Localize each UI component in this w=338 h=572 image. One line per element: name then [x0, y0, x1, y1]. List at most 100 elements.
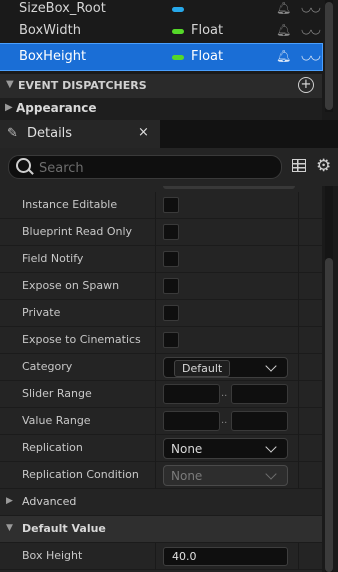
range-separator: ..: [221, 415, 228, 426]
scrolled-field-edge: [163, 186, 295, 189]
column-divider: [155, 192, 156, 219]
column-divider: [155, 246, 156, 273]
property-row-instance-editable: Instance Editable: [0, 192, 322, 219]
dropdown-value: None: [171, 469, 203, 483]
range-separator: ..: [221, 388, 228, 399]
variables-scrollbar[interactable]: [325, 0, 333, 112]
column-divider: [298, 543, 299, 570]
column-divider: [155, 435, 156, 462]
tab-details[interactable]: ✎ Details ×: [0, 120, 160, 148]
eye-closed-icon[interactable]: ◡◡: [301, 0, 321, 14]
chevron-down-icon: [265, 441, 277, 453]
event-dispatchers-header[interactable]: ▼ EVENT DISPATCHERS +: [0, 74, 322, 98]
property-row-expose-on-spawn: Expose on Spawn: [0, 273, 322, 300]
category-value[interactable]: Default: [174, 360, 231, 377]
column-divider: [298, 300, 299, 327]
tab-label: Details: [27, 126, 73, 141]
search-box[interactable]: [8, 155, 282, 179]
replication-bell-icon[interactable]: 🔔︎: [276, 23, 291, 37]
instance-editable-checkbox[interactable]: [163, 197, 179, 213]
property-row-slider-range: Slider Range ..: [0, 381, 322, 408]
property-label: Private: [22, 306, 61, 319]
expose-on-spawn-checkbox[interactable]: [163, 278, 179, 294]
column-divider: [155, 273, 156, 300]
dropdown-value: None: [171, 442, 203, 456]
chevron-down-icon[interactable]: [265, 360, 277, 372]
property-label: Field Notify: [22, 252, 84, 265]
variable-name: BoxWidth: [19, 23, 81, 38]
column-divider: [155, 381, 156, 408]
property-row-field-notify: Field Notify: [0, 246, 322, 273]
property-label: Expose to Cinematics: [22, 333, 141, 346]
add-event-dispatcher-button[interactable]: +: [298, 77, 314, 93]
section-label: EVENT DISPATCHERS: [18, 79, 147, 92]
property-label: Value Range: [22, 414, 91, 427]
property-row-replication: Replication None: [0, 435, 322, 462]
default-value-category[interactable]: ▼ Default Value: [0, 516, 322, 543]
category-label: Appearance: [16, 101, 97, 115]
column-divider: [155, 354, 156, 381]
variable-row-boxwidth[interactable]: BoxWidth Float 🔔︎ ◡◡: [0, 18, 322, 44]
property-label: Box Height: [22, 549, 83, 562]
field-notify-checkbox[interactable]: [163, 251, 179, 267]
category-label: Advanced: [22, 495, 77, 508]
column-divider: [298, 219, 299, 246]
gear-icon[interactable]: ⚙: [316, 156, 331, 176]
search-input[interactable]: [37, 158, 271, 178]
details-scrollbar[interactable]: [325, 186, 333, 572]
column-divider: [298, 354, 299, 381]
private-checkbox[interactable]: [163, 305, 179, 321]
variable-row-boxheight[interactable]: BoxHeight Float 🔔︎ ◡◡: [0, 43, 323, 71]
property-label: Slider Range: [22, 387, 92, 400]
column-divider: [298, 435, 299, 462]
property-label: Category: [22, 360, 73, 373]
column-divider: [298, 192, 299, 219]
scrollbar-thumb[interactable]: [325, 2, 333, 110]
property-label: Expose on Spawn: [22, 279, 120, 292]
slider-range-min-input[interactable]: [163, 384, 220, 404]
expand-triangle-icon: ▶: [6, 496, 13, 506]
property-row-blueprint-read-only: Blueprint Read Only: [0, 219, 322, 246]
column-divider: [155, 543, 156, 570]
details-search-bar: ⚙: [0, 148, 338, 186]
value-range-max-input[interactable]: [231, 411, 288, 431]
float-type-pill-icon: [172, 29, 184, 34]
replication-dropdown[interactable]: None: [163, 438, 288, 459]
column-divider: [155, 408, 156, 435]
collapse-triangle-icon: ▼: [6, 79, 14, 90]
details-tab-bar: ✎ Details ×: [0, 120, 338, 148]
scrollbar-thumb[interactable]: [325, 258, 333, 572]
box-height-value-input[interactable]: 40.0: [163, 547, 288, 566]
variable-name: BoxHeight: [19, 49, 87, 64]
property-label: Replication Condition: [22, 468, 139, 481]
eye-closed-icon[interactable]: ◡◡: [301, 22, 321, 36]
expose-to-cinematics-checkbox[interactable]: [163, 332, 179, 348]
slider-range-max-input[interactable]: [231, 384, 288, 404]
replication-bell-icon[interactable]: 🔔︎: [276, 49, 291, 63]
advanced-category[interactable]: ▶ Advanced: [0, 489, 322, 516]
property-row-value-range: Value Range ..: [0, 408, 322, 435]
column-divider: [298, 327, 299, 354]
float-type-pill-icon: [172, 55, 184, 60]
column-divider: [155, 462, 156, 489]
property-matrix-icon[interactable]: [292, 159, 306, 172]
category-combo[interactable]: Default: [163, 357, 288, 378]
variable-type[interactable]: Float: [191, 49, 223, 64]
value-range-min-input[interactable]: [163, 411, 220, 431]
variable-type[interactable]: Float: [191, 23, 223, 38]
search-icon: [16, 158, 31, 173]
close-tab-button[interactable]: ×: [138, 125, 149, 140]
eye-closed-icon[interactable]: ◡◡: [301, 48, 321, 62]
property-row-box-height: Box Height 40.0: [0, 543, 322, 570]
property-row-replication-condition: Replication Condition None: [0, 462, 322, 489]
column-divider: [298, 381, 299, 408]
replication-condition-dropdown[interactable]: None: [163, 465, 288, 486]
details-property-grid: Instance Editable Blueprint Read Only Fi…: [0, 186, 322, 572]
appearance-category[interactable]: ▶ Appearance: [0, 98, 322, 120]
input-value: 40.0: [172, 550, 197, 563]
replication-bell-icon[interactable]: 🔔︎: [276, 1, 291, 15]
variable-name: SizeBox_Root: [19, 1, 106, 16]
column-divider: [155, 219, 156, 246]
column-divider: [298, 246, 299, 273]
blueprint-read-only-checkbox[interactable]: [163, 224, 179, 240]
